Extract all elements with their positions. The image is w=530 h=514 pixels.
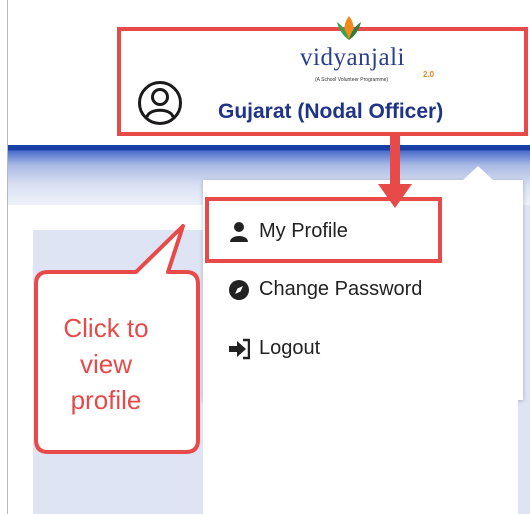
user-name-button[interactable]: Gujarat (Nodal Officer) xyxy=(218,100,443,124)
callout-line: Click to xyxy=(63,313,149,343)
callout-line: profile xyxy=(70,385,142,415)
logout-icon xyxy=(229,338,250,359)
dropdown-caret xyxy=(462,166,494,181)
menu-item-logout[interactable]: Logout xyxy=(228,337,320,360)
arrow-down-icon xyxy=(378,134,412,208)
logo-wordmark: vidyanjali xyxy=(300,44,405,71)
menu-item-label: Logout xyxy=(259,337,321,359)
menu-item-change-password[interactable]: Change Password xyxy=(228,278,422,301)
content-area xyxy=(203,400,518,514)
logo-tagline: (A School Volunteer Programme) xyxy=(315,77,389,83)
menu-item-label: Change Password xyxy=(259,278,423,300)
compass-icon xyxy=(229,279,249,300)
logo-version: 2.0 xyxy=(423,70,435,79)
callout-text: Click to view profile xyxy=(36,310,176,418)
callout-line: view xyxy=(79,349,132,379)
avatar-icon[interactable] xyxy=(137,80,183,126)
